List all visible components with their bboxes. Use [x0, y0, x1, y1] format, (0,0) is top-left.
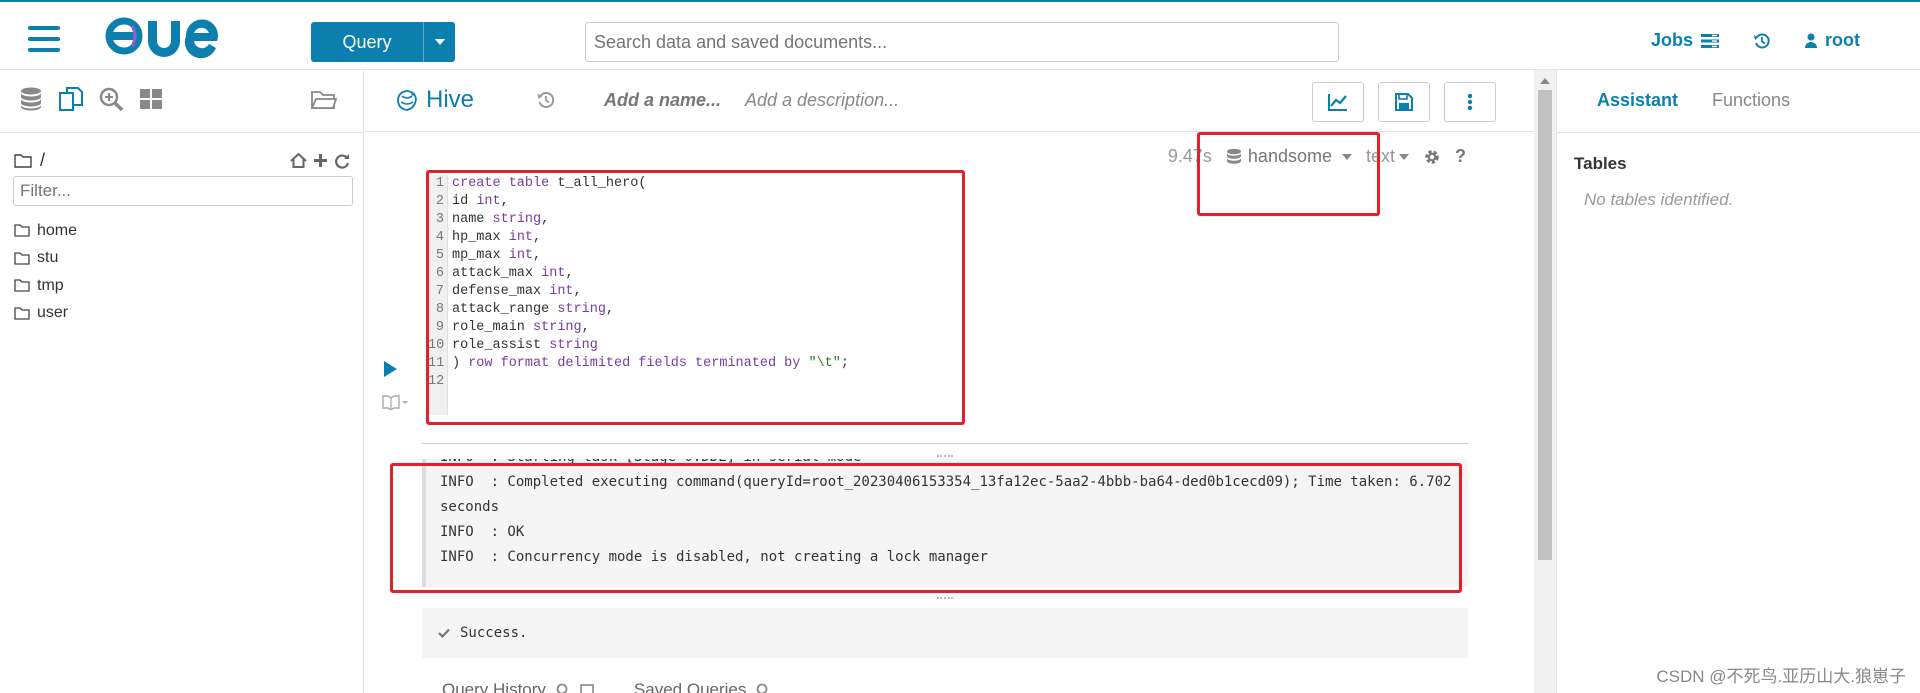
- query-history-icon[interactable]: [536, 90, 556, 110]
- current-path[interactable]: /: [40, 150, 45, 171]
- user-menu[interactable]: root: [1805, 30, 1860, 51]
- caret-down-icon: [1399, 153, 1409, 160]
- engine-title[interactable]: Hive: [394, 86, 474, 114]
- bottom-tabs: Query History Saved Queries: [442, 680, 770, 693]
- caret-down-icon: [434, 39, 445, 45]
- tab-functions[interactable]: Functions: [1712, 90, 1790, 111]
- user-icon: [1805, 33, 1817, 48]
- tree-item-label: home: [37, 221, 78, 239]
- folder-icon: [14, 252, 30, 265]
- result-status: Success.: [422, 608, 1468, 658]
- tree-item-tmp[interactable]: tmp: [14, 272, 77, 300]
- tree-item-home[interactable]: home: [14, 217, 77, 245]
- jobs-label: Jobs: [1650, 30, 1693, 50]
- watermark-text: CSDN @不死鸟.亚历山大.狼崽子: [1656, 667, 1906, 686]
- search-icon[interactable]: [98, 86, 124, 112]
- tree-item-user[interactable]: user: [14, 300, 77, 328]
- folder-icon: [14, 153, 32, 168]
- filter-input[interactable]: [13, 176, 353, 206]
- documents-icon[interactable]: [58, 86, 84, 112]
- tree-item-label: user: [37, 304, 69, 322]
- search-icon: [756, 683, 768, 693]
- query-dropdown-toggle[interactable]: [423, 22, 455, 62]
- chart-button[interactable]: [1312, 82, 1364, 122]
- query-button-label: Query: [342, 31, 392, 52]
- scroll-up-arrow-icon[interactable]: [1540, 78, 1550, 84]
- folder-icon: [14, 224, 30, 237]
- query-description-input[interactable]: Add a description...: [745, 90, 899, 111]
- more-options-button[interactable]: [1444, 82, 1496, 122]
- hamburger-menu-icon[interactable]: [28, 26, 60, 52]
- jobs-button[interactable]: Jobs: [1651, 30, 1719, 51]
- history-icon[interactable]: [1753, 32, 1771, 50]
- global-search-input[interactable]: [585, 22, 1339, 62]
- annotation-highlight-database: [1197, 132, 1380, 216]
- search-icon: [556, 683, 568, 693]
- vertical-scrollbar-thumb[interactable]: [1538, 90, 1552, 560]
- annotation-highlight-editor: [426, 170, 965, 425]
- tree-item-label: tmp: [37, 276, 64, 294]
- divider: [1557, 132, 1920, 133]
- top-navigation-bar: Query Jobs root: [0, 0, 1920, 70]
- grid-icon[interactable]: [138, 86, 164, 112]
- more-vertical-icon: [1467, 93, 1473, 111]
- resize-grip[interactable]: [937, 597, 953, 601]
- book-icon[interactable]: [382, 394, 408, 410]
- tab-assistant[interactable]: Assistant: [1597, 90, 1678, 111]
- calendar-icon: [580, 684, 594, 693]
- path-breadcrumb: /: [14, 150, 350, 171]
- jobs-list-icon: [1701, 33, 1719, 48]
- user-label: root: [1825, 30, 1860, 50]
- help-icon[interactable]: ?: [1455, 146, 1466, 167]
- engine-label: Hive: [426, 86, 475, 113]
- home-icon[interactable]: [290, 152, 307, 168]
- left-assist-panel: / home stu tmp: [0, 70, 364, 693]
- no-tables-message: No tables identified.: [1584, 190, 1734, 209]
- divider: [0, 132, 364, 133]
- save-icon: [1395, 93, 1413, 111]
- hue-logo[interactable]: [104, 14, 228, 58]
- tab-saved-queries[interactable]: Saved Queries: [634, 680, 770, 693]
- annotation-highlight-log: [390, 463, 1462, 593]
- execute-play-icon[interactable]: [384, 361, 397, 377]
- save-button[interactable]: [1378, 82, 1430, 122]
- tree-item-stu[interactable]: stu: [14, 245, 77, 273]
- tab-label: Query History: [442, 680, 546, 693]
- folder-icon: [14, 279, 30, 292]
- tab-label: Saved Queries: [633, 680, 747, 693]
- check-icon: [438, 628, 450, 638]
- folder-open-icon[interactable]: [310, 86, 338, 112]
- folder-icon: [14, 307, 30, 320]
- refresh-icon[interactable]: [334, 153, 350, 169]
- database-icon[interactable]: [18, 86, 44, 112]
- plus-icon[interactable]: [313, 153, 328, 168]
- right-assist-panel: Assistant Functions Tables No tables ide…: [1556, 70, 1920, 693]
- section-divider: [422, 443, 1468, 444]
- tables-heading: Tables: [1574, 154, 1627, 173]
- hdfs-tree: home stu tmp user: [14, 217, 77, 327]
- line-chart-icon: [1328, 94, 1347, 111]
- tree-item-label: stu: [37, 249, 59, 267]
- editor-main-area: Hive Add a name... Add a description...: [364, 70, 1534, 693]
- query-button[interactable]: Query: [311, 22, 455, 62]
- editor-toolbar: Hive Add a name... Add a description...: [364, 70, 1534, 132]
- hive-bee-icon: [397, 90, 417, 111]
- query-name-input[interactable]: Add a name...: [604, 90, 721, 111]
- tab-query-history[interactable]: Query History: [442, 680, 594, 693]
- settings-gear-icon[interactable]: [1423, 148, 1441, 166]
- result-status-text: Success.: [460, 625, 528, 641]
